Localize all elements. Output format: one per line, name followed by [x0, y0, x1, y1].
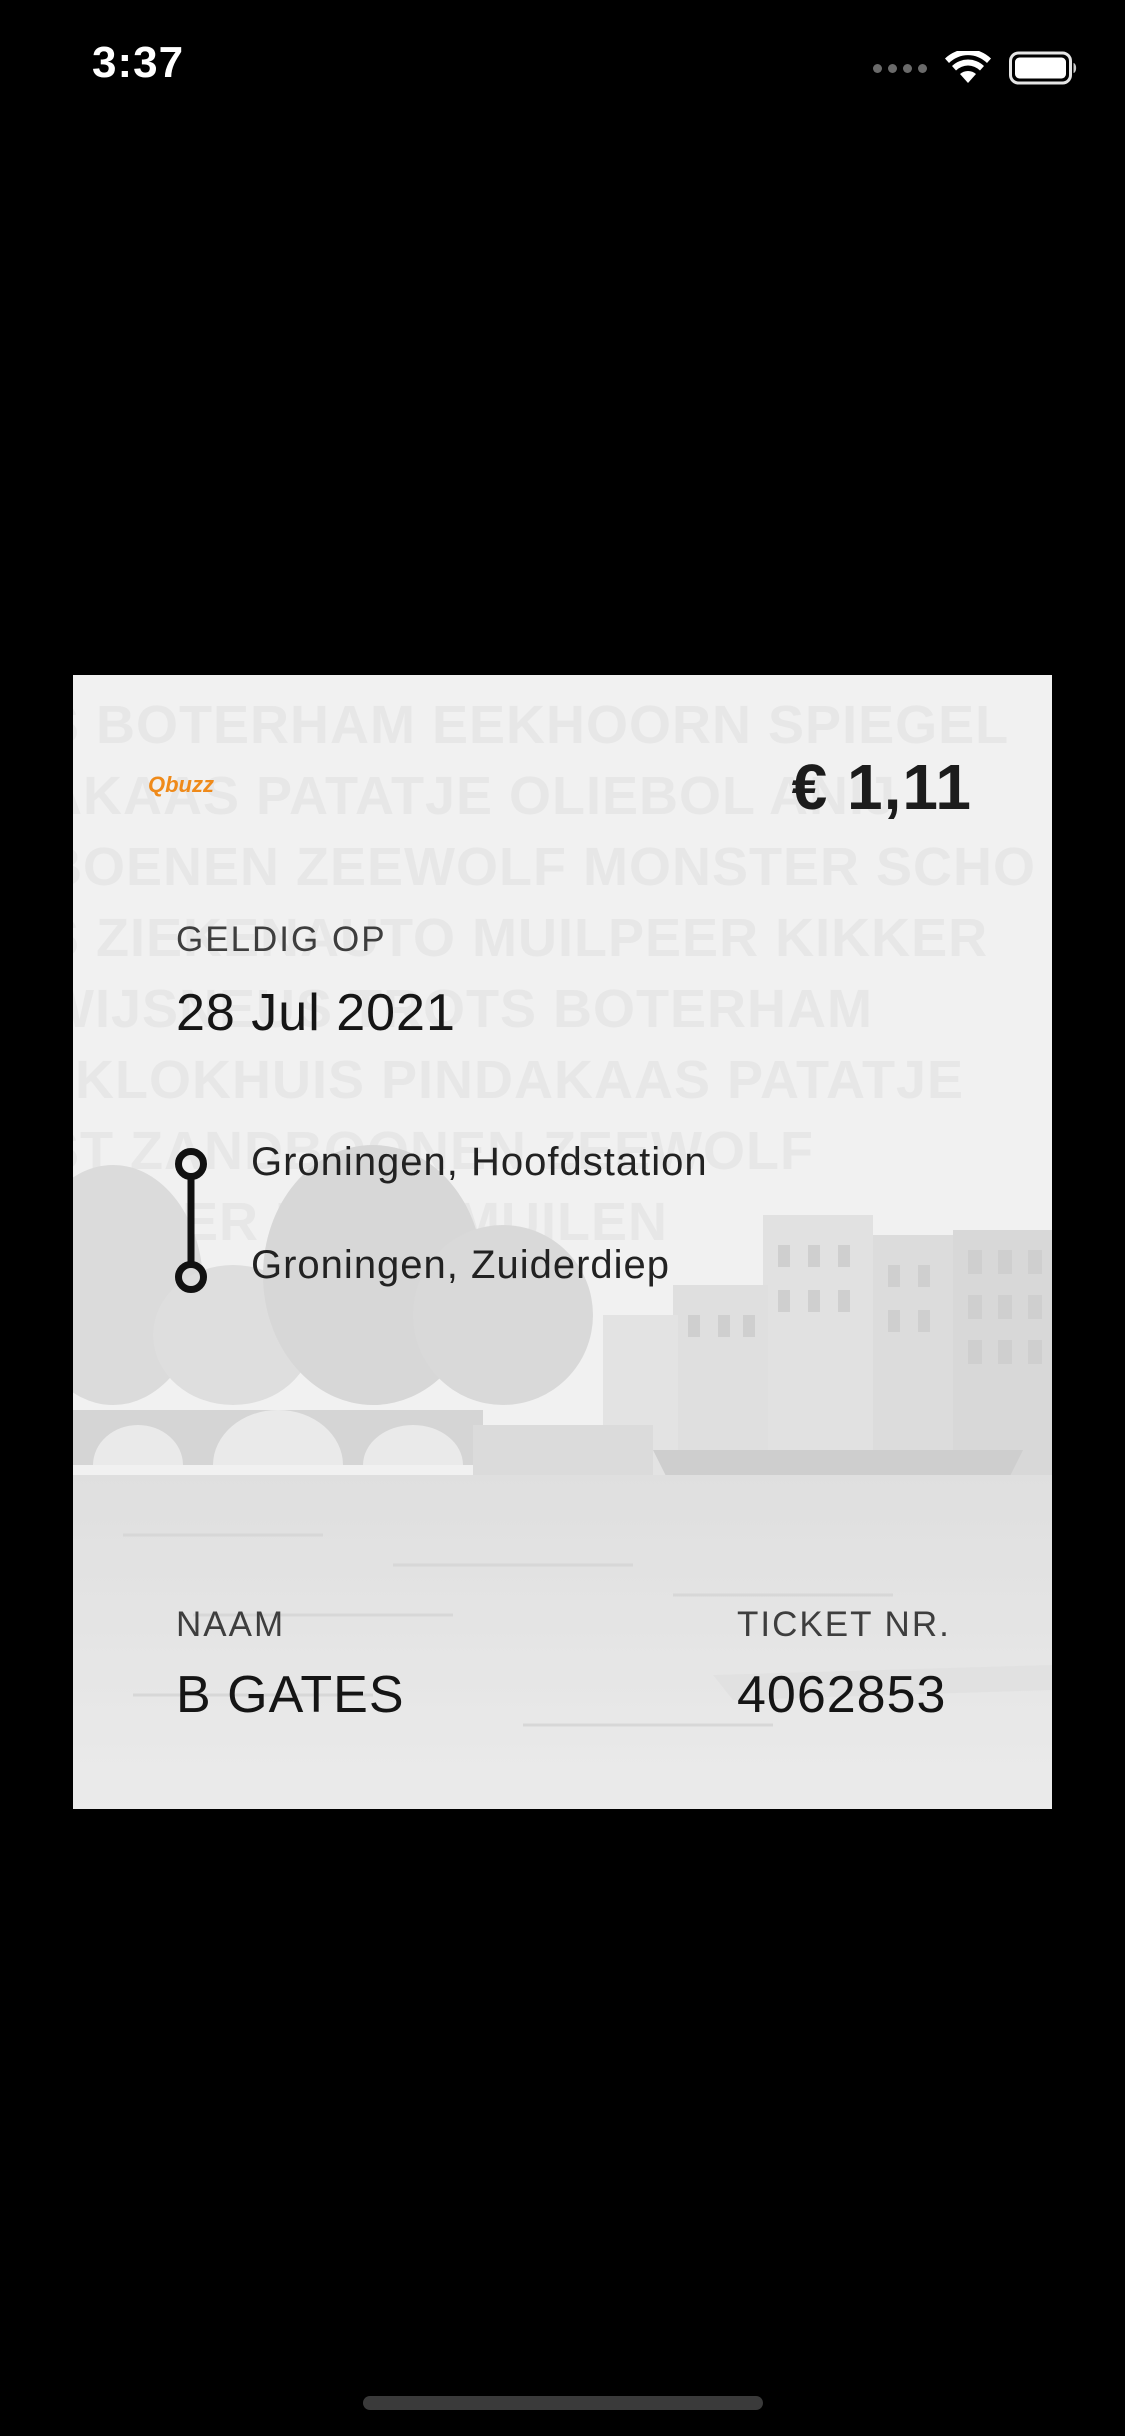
status-bar: 3:37 — [0, 0, 1125, 140]
name-label: NAAM — [176, 1605, 286, 1644]
ticket-number: 4062853 — [737, 1666, 947, 1724]
valid-date: 28 Jul 2021 — [176, 984, 456, 1042]
brand-logo: Qbuzz — [148, 772, 214, 797]
battery-icon — [1009, 51, 1077, 85]
status-icons — [873, 46, 1079, 90]
route-destination: Groningen, Zuiderdiep — [251, 1243, 671, 1287]
route-line-icon — [175, 1148, 207, 1293]
status-time: 3:37 — [92, 38, 185, 87]
passenger-name: B GATES — [176, 1666, 405, 1724]
route-origin: Groningen, Hoofdstation — [251, 1140, 708, 1184]
valid-on-label: GELDIG OP — [176, 920, 387, 959]
cellular-signal-icon — [873, 63, 927, 73]
ticket-price: € 1,11 — [791, 751, 972, 823]
home-indicator[interactable] — [363, 2396, 763, 2410]
ticket-number-label: TICKET NR. — [737, 1605, 951, 1644]
ticket-card[interactable]: S BOTERHAM EEKHOORN SPIEGEL AKAAS PATATJ… — [73, 675, 1052, 1809]
wifi-icon — [945, 51, 991, 83]
